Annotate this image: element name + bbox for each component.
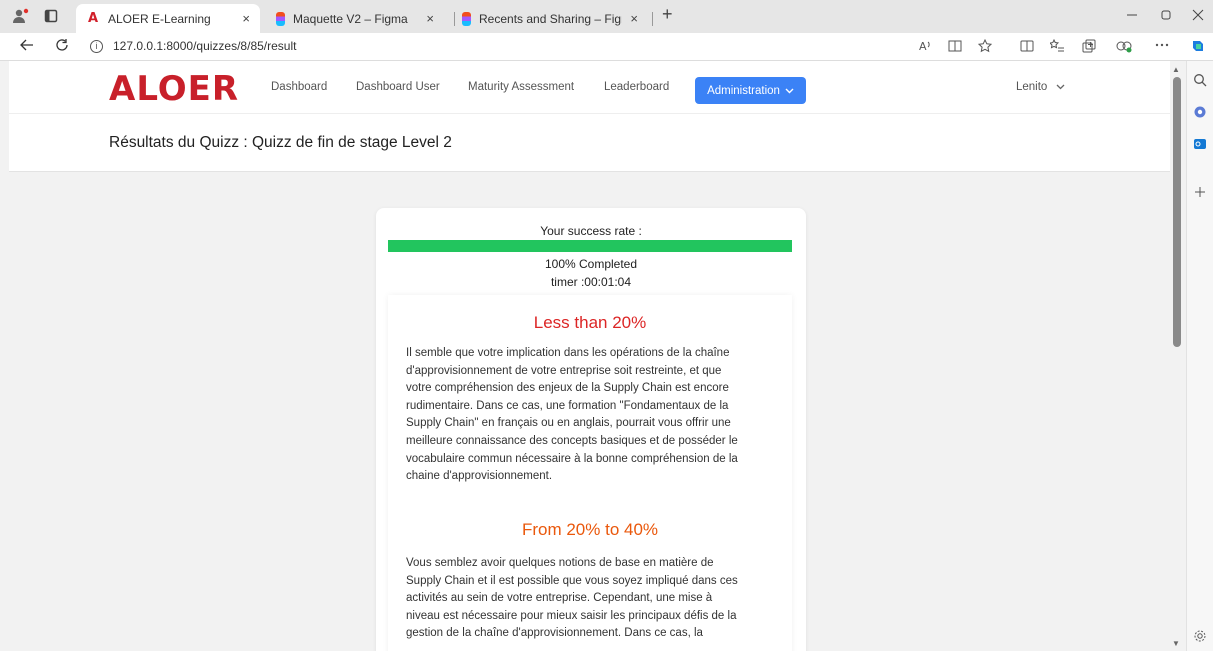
text-line: Il semble que votre implication dans les… xyxy=(406,347,730,359)
settings-gear-icon[interactable] xyxy=(1193,629,1207,646)
section-text-less-than-20: Il semble que votre implication dans les… xyxy=(406,345,776,486)
success-rate-label: Your success rate : xyxy=(540,224,642,238)
collections-icon[interactable] xyxy=(1082,39,1096,56)
nav-link-leaderboard[interactable]: Leaderboard xyxy=(604,81,669,93)
chevron-down-icon xyxy=(785,88,794,94)
tab-maquette-figma[interactable]: Maquette V2 – Figma × xyxy=(266,4,444,33)
section-title-20-to-40: From 20% to 40% xyxy=(521,520,659,539)
more-options-icon[interactable] xyxy=(1155,36,1169,53)
close-icon[interactable]: × xyxy=(630,11,638,26)
user-menu[interactable]: Lenito xyxy=(1016,81,1065,93)
text-line: chaine d'approvisionnement. xyxy=(406,470,553,483)
copilot-icon[interactable] xyxy=(1190,38,1206,57)
aloer-logo[interactable]: ALOER xyxy=(109,71,239,107)
timer-text: timer :00:01:04 xyxy=(550,275,632,289)
figma-icon xyxy=(462,11,471,26)
page-title: Résultats du Quizz : Quizz de fin de sta… xyxy=(109,134,452,151)
back-arrow-icon[interactable] xyxy=(20,38,34,57)
text-line: niveau est nécessaire pour mieux saisir … xyxy=(406,609,737,622)
text-line: activités au sein de votre entreprise. C… xyxy=(406,592,713,605)
svg-text:A: A xyxy=(919,40,927,53)
text-line: votre compréhension des enjeux de la Sup… xyxy=(406,382,729,395)
completed-text: 100% Completed xyxy=(544,257,638,271)
info-icon[interactable]: i xyxy=(90,39,103,53)
nav-link-maturity-assessment[interactable]: Maturity Assessment xyxy=(468,81,574,93)
success-progress-bar xyxy=(388,240,792,252)
text-line: gestion de la chaîne d'approvisionnement… xyxy=(406,627,703,640)
read-aloud-icon[interactable]: A xyxy=(918,39,932,56)
search-icon[interactable] xyxy=(1193,73,1207,90)
result-sections: Less than 20% Il semble que votre implic… xyxy=(388,295,792,651)
window-close-icon[interactable] xyxy=(1192,8,1204,24)
chevron-down-icon xyxy=(1056,84,1065,90)
section-title-less-than-20: Less than 20% xyxy=(533,313,647,332)
tab-label: ALOER E-Learning xyxy=(108,11,211,26)
web-page: ALOER Dashboard Dashboard User Maturity … xyxy=(9,61,1170,651)
extensions-icon[interactable] xyxy=(1116,39,1132,56)
restore-icon[interactable] xyxy=(1160,8,1172,24)
user-name: Lenito xyxy=(1016,81,1048,93)
administration-dropdown-button[interactable]: Administration xyxy=(695,77,806,104)
text-line: Supply Chain" en français ou en anglais,… xyxy=(406,417,731,430)
text-line: Vous semblez avoir quelques notions de b… xyxy=(406,557,714,569)
section-text-20-to-40: Vous semblez avoir quelques notions de b… xyxy=(406,555,776,643)
edge-sidebar xyxy=(1186,61,1213,651)
figma-icon xyxy=(276,11,285,26)
close-icon[interactable]: × xyxy=(426,11,434,26)
text-line: vocabulaire commun nécessaire à la bonne… xyxy=(406,452,738,465)
aloer-icon: A xyxy=(87,11,99,26)
administration-label: Administration xyxy=(707,84,780,97)
tab-actions-icon[interactable] xyxy=(44,9,58,26)
scroll-up-icon[interactable]: ▲ xyxy=(1172,65,1180,74)
text-line: d'approvisionnement de votre entreprise … xyxy=(406,364,722,377)
scroll-down-icon[interactable]: ▼ xyxy=(1172,639,1180,648)
text-line: meilleure connaissance des concepts basi… xyxy=(406,434,738,447)
close-icon[interactable]: × xyxy=(242,11,250,26)
nav-link-dashboard[interactable]: Dashboard xyxy=(271,81,327,93)
outlook-icon[interactable] xyxy=(1193,137,1207,154)
result-card: Your success rate : 100% Completed timer… xyxy=(376,208,806,651)
new-tab-button[interactable]: + xyxy=(662,5,673,23)
page-header: Résultats du Quizz : Quizz de fin de sta… xyxy=(9,113,1170,172)
immersive-reader-icon[interactable] xyxy=(948,39,962,56)
favorite-star-icon[interactable] xyxy=(977,38,993,56)
tab-label: Recents and Sharing – Figma xyxy=(479,11,623,26)
nav-link-dashboard-user[interactable]: Dashboard User xyxy=(356,81,440,93)
tab-recents-figma[interactable]: Recents and Sharing – Figma × xyxy=(452,4,648,33)
profile-icon[interactable] xyxy=(12,8,30,27)
tab-aloer-elearning[interactable]: A ALOER E-Learning × xyxy=(76,4,260,33)
tab-separator xyxy=(652,12,653,26)
url-text: 127.0.0.1:8000/quizzes/8/85/result xyxy=(113,39,297,53)
tab-label: Maquette V2 – Figma xyxy=(293,11,408,26)
page-scrollbar[interactable]: ▲ ▼ xyxy=(1170,61,1184,651)
add-sidebar-icon[interactable] xyxy=(1193,185,1207,202)
address-bar: i 127.0.0.1:8000/quizzes/8/85/result A xyxy=(0,33,1213,61)
progress-fill xyxy=(388,240,792,252)
browser-tab-bar: A ALOER E-Learning × Maquette V2 – Figma… xyxy=(0,0,1213,33)
favorites-list-icon[interactable] xyxy=(1048,38,1064,56)
scrollbar-thumb[interactable] xyxy=(1173,77,1181,347)
text-line: Supply Chain et il est possible que vous… xyxy=(406,574,738,587)
top-navbar: ALOER Dashboard Dashboard User Maturity … xyxy=(9,61,1170,113)
minimize-icon[interactable] xyxy=(1126,8,1138,24)
reload-icon[interactable] xyxy=(55,38,69,57)
shopping-icon[interactable] xyxy=(1193,105,1207,122)
text-line: rudimentaire. Dans ce cas, une formation… xyxy=(406,399,729,412)
url-field[interactable]: i 127.0.0.1:8000/quizzes/8/85/result xyxy=(90,39,296,53)
split-screen-icon[interactable] xyxy=(1020,39,1034,56)
